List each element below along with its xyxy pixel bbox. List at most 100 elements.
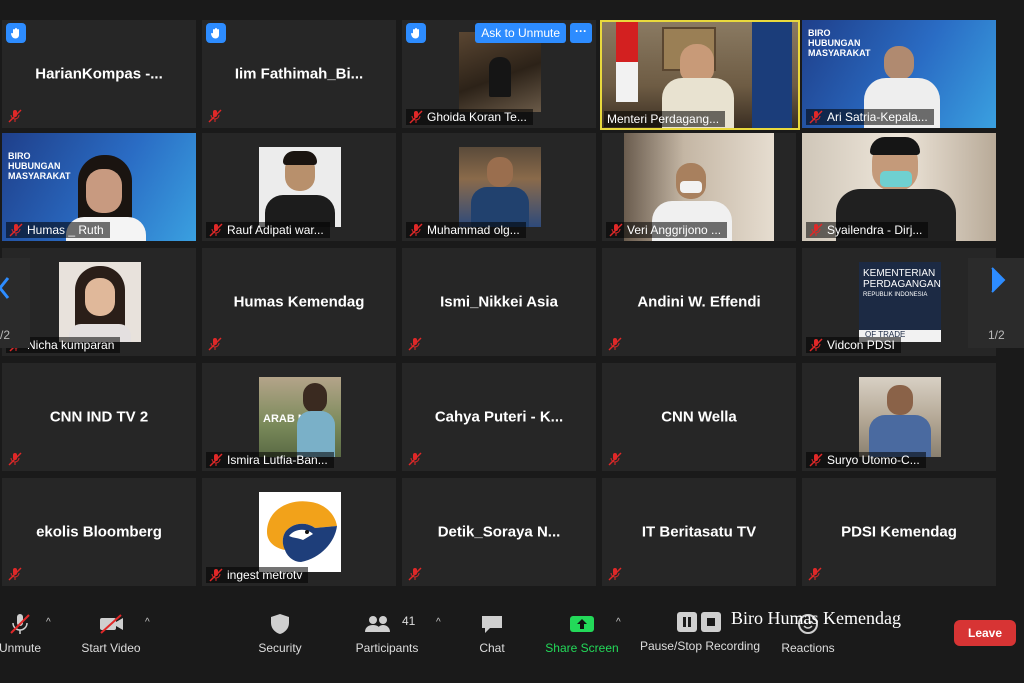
participant-nameplate: Syailendra - Dirj...: [806, 222, 929, 238]
participant-nameplate: Ismira Lutfia-Ban...: [206, 452, 334, 468]
participant-tile[interactable]: Muhammad olg...: [402, 133, 596, 241]
muted-mic-icon: [8, 567, 22, 581]
participant-tile[interactable]: ARAB NEWS Ismira Lutfia-Ban...: [202, 363, 396, 471]
participant-tile[interactable]: BIRO HUBUNGAN MASYARAKAT Humas _ Ruth: [2, 133, 196, 241]
video-off-icon: [100, 614, 123, 634]
more-options-button[interactable]: ···: [570, 23, 592, 43]
participant-name: Ismi_Nikkei Asia: [440, 293, 558, 311]
participant-tile[interactable]: BIRO HUBUNGAN MASYARAKAT Ari Satria-Kepa…: [802, 20, 996, 128]
participant-name: Rauf Adipati war...: [227, 223, 324, 237]
participant-tile[interactable]: HarianKompas -...: [2, 20, 196, 128]
participant-tile[interactable]: Nicha kumparan: [2, 248, 196, 356]
muted-mic-icon: [8, 452, 22, 466]
muted-mic-icon: [408, 452, 422, 466]
stop-icon: [701, 612, 721, 632]
unmute-button[interactable]: Unmute: [0, 613, 48, 655]
page-indicator: 1/2: [988, 328, 1005, 342]
participant-name: CNN IND TV 2: [49, 408, 149, 426]
participant-tile[interactable]: Humas Kemendag: [202, 248, 396, 356]
participant-tile[interactable]: KEMENTERIAN PERDAGANGAN REPUBLIK INDONES…: [802, 248, 996, 356]
participant-tile[interactable]: CNN Wella: [602, 363, 796, 471]
banner-line: MASYARAKAT: [808, 48, 871, 58]
muted-mic-icon: [209, 223, 223, 237]
muted-mic-icon: [208, 109, 222, 123]
prev-page-button[interactable]: /2: [0, 258, 30, 348]
video-feed: [459, 147, 541, 227]
participant-nameplate: Muhammad olg...: [406, 222, 526, 238]
next-page-button[interactable]: 1/2: [968, 258, 1024, 348]
participant-tile[interactable]: Suryo Utomo-C...: [802, 363, 996, 471]
participant-tile[interactable]: Syailendra - Dirj...: [802, 133, 996, 241]
participant-tile[interactable]: IT Beritasatu TV: [602, 478, 796, 586]
chevron-left-icon: [0, 277, 10, 299]
participant-name: Iim Fathimah_Bi...: [234, 65, 364, 83]
chat-button[interactable]: Chat: [470, 613, 514, 655]
participants-options-caret[interactable]: ^: [436, 617, 441, 628]
ask-to-unmute-button[interactable]: Ask to Unmute: [475, 23, 566, 43]
participant-nameplate: Humas _ Ruth: [6, 222, 110, 238]
raised-hand-icon: [406, 23, 426, 43]
participant-name: Ghoida Koran Te...: [427, 110, 527, 124]
banner-line: BIRO: [808, 28, 831, 38]
muted-mic-icon: [608, 567, 622, 581]
muted-mic-icon: [809, 453, 823, 467]
muted-mic-icon: [9, 223, 23, 237]
participant-nameplate: Suryo Utomo-C...: [806, 452, 926, 468]
share-options-caret[interactable]: ^: [616, 617, 621, 628]
participant-tile[interactable]: ekolis Bloomberg: [2, 478, 196, 586]
video-feed: [59, 262, 141, 342]
muted-mic-icon: [608, 337, 622, 351]
participant-tile[interactable]: Iim Fathimah_Bi...: [202, 20, 396, 128]
page-indicator: /2: [0, 328, 11, 342]
participant-name: Syailendra - Dirj...: [827, 223, 923, 237]
banner-line: HUBUNGAN: [8, 161, 61, 171]
video-feed: ARAB NEWS: [259, 377, 341, 457]
raised-hand-icon: [6, 23, 26, 43]
share-screen-button[interactable]: Share Screen: [542, 613, 622, 655]
muted-mic-icon: [809, 110, 823, 124]
banner-line: BIRO: [8, 151, 31, 161]
pause-stop-recording-label: Pause/Stop Recording: [639, 639, 761, 653]
participant-name: Veri Anggrijono ...: [627, 223, 722, 237]
participant-tile[interactable]: Ismi_Nikkei Asia: [402, 248, 596, 356]
participant-nameplate: Rauf Adipati war...: [206, 222, 330, 238]
muted-mic-icon: [408, 567, 422, 581]
share-screen-icon: [570, 616, 594, 632]
participant-tile[interactable]: Ask to Unmute ··· Ghoida Koran Te...: [402, 20, 596, 128]
participant-name: Muhammad olg...: [427, 223, 520, 237]
muted-mic-icon: [409, 223, 423, 237]
watermark-text: Biro Humas Kemendag: [731, 608, 901, 628]
participant-name: Nicha kumparan: [27, 338, 115, 352]
muted-mic-icon: [609, 223, 623, 237]
active-speaker-tile[interactable]: Menteri Perdagang...: [600, 20, 800, 130]
banner-line: KEMENTERIAN: [863, 268, 936, 279]
participant-tile[interactable]: Andini W. Effendi: [602, 248, 796, 356]
participant-tile[interactable]: CNN IND TV 2: [2, 363, 196, 471]
participant-tile[interactable]: Veri Anggrijono ...: [602, 133, 796, 241]
security-button[interactable]: Security: [252, 613, 308, 655]
video-options-caret[interactable]: ^: [145, 617, 150, 628]
participant-name: Ismira Lutfia-Ban...: [227, 453, 328, 467]
participant-tile[interactable]: PDSI Kemendag: [802, 478, 996, 586]
audio-options-caret[interactable]: ^: [46, 617, 51, 628]
video-feed: [459, 32, 541, 112]
participant-tile[interactable]: Cahya Puteri - K...: [402, 363, 596, 471]
participants-icon: [365, 616, 390, 632]
participant-name: PDSI Kemendag: [841, 523, 957, 541]
participant-tile[interactable]: Detik_Soraya N...: [402, 478, 596, 586]
participant-tile[interactable]: ingest metrotv: [202, 478, 396, 586]
participant-nameplate: ingest metrotv: [206, 567, 309, 583]
participant-tile[interactable]: Rauf Adipati war...: [202, 133, 396, 241]
muted-mic-icon: [409, 110, 423, 124]
muted-mic-icon: [809, 223, 823, 237]
security-label: Security: [258, 641, 302, 655]
participant-name: HarianKompas -...: [35, 65, 163, 83]
participant-nameplate: Ari Satria-Kepala...: [806, 109, 934, 125]
shield-icon: [271, 614, 289, 634]
participants-count: 41: [402, 614, 416, 628]
muted-mic-icon: [10, 614, 30, 634]
leave-button[interactable]: Leave: [954, 620, 1016, 646]
start-video-button[interactable]: Start Video: [76, 613, 146, 655]
chat-label: Chat: [479, 641, 505, 655]
start-video-label: Start Video: [81, 641, 141, 655]
